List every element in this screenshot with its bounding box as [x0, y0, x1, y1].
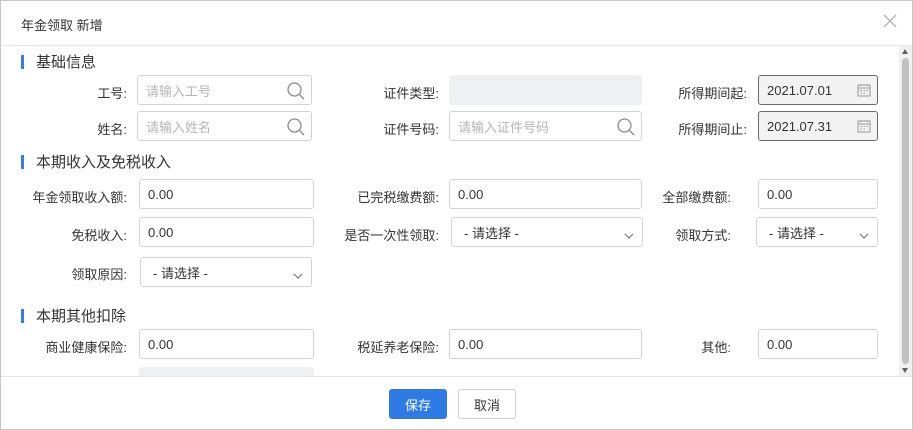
taxed-paid-value: 0.00 — [458, 186, 484, 202]
job-no-label: 工号: — [97, 86, 127, 101]
search-icon[interactable] — [286, 117, 306, 140]
calendar-icon[interactable] — [857, 83, 871, 100]
pension-ins-label: 税延养老保险: — [357, 340, 439, 355]
pension-ins-input[interactable]: 0.00 — [449, 329, 642, 359]
scroll-down-icon[interactable] — [902, 368, 908, 373]
section-bar — [21, 54, 24, 69]
section-title: 本期其他扣除 — [36, 308, 127, 325]
health-ins-label: 商业健康保险: — [45, 340, 127, 355]
taxed-paid-label: 已完税缴费额: — [357, 190, 439, 205]
chevron-down-icon — [293, 268, 303, 283]
save-button[interactable]: 保存 — [389, 389, 447, 419]
id-type-label: 证件类型: — [383, 86, 439, 101]
period-end-input[interactable]: 2021.07.31 — [758, 111, 878, 141]
lump-sum-label: 是否一次性领取: — [344, 228, 439, 243]
section-bar — [21, 308, 24, 323]
scrollbar[interactable] — [899, 46, 912, 376]
dialog-body: 基础信息 工号: 请输入工号 证件类型: 所得期间起: 2021.07.01 姓… — [1, 46, 899, 376]
name-placeholder: 请输入姓名 — [146, 119, 212, 135]
search-icon[interactable] — [616, 117, 636, 140]
reason-select[interactable]: - 请选择 - — [140, 257, 312, 287]
section-basic: 基础信息 — [21, 51, 96, 72]
id-type-field — [449, 75, 642, 105]
search-icon[interactable] — [286, 81, 306, 104]
method-label: 领取方式: — [675, 228, 731, 243]
calendar-icon[interactable] — [857, 119, 871, 136]
pension-ins-value: 0.00 — [458, 336, 484, 352]
scrollbar-thumb[interactable] — [902, 58, 909, 364]
job-no-input[interactable]: 请输入工号 — [137, 75, 312, 105]
section-income: 本期收入及免税收入 — [21, 151, 171, 172]
reason-value: - 请选择 - — [153, 265, 208, 281]
period-end-value: 2021.07.31 — [767, 118, 833, 134]
total-paid-value: 0.00 — [767, 186, 793, 202]
dialog-titlebar: 年金领取 新增 — [1, 1, 912, 46]
dialog-title: 年金领取 新增 — [21, 18, 103, 33]
section-title: 本期收入及免税收入 — [36, 154, 172, 171]
total-paid-label: 全部缴费额: — [662, 190, 731, 205]
other-value: 0.00 — [767, 336, 793, 352]
name-input[interactable]: 请输入姓名 — [137, 111, 312, 141]
annuity-income-value: 0.00 — [148, 186, 174, 202]
health-ins-input[interactable]: 0.00 — [139, 329, 314, 359]
name-label: 姓名: — [97, 122, 127, 137]
other-label: 其他: — [701, 340, 731, 355]
tax-free-value: 0.00 — [148, 224, 174, 240]
section-other: 本期其他扣除 — [21, 305, 126, 326]
method-select[interactable]: - 请选择 - — [756, 217, 878, 247]
close-icon[interactable] — [880, 11, 900, 31]
tax-free-label: 免税收入: — [71, 228, 127, 243]
chevron-down-icon — [859, 228, 869, 243]
period-start-input[interactable]: 2021.07.01 — [758, 75, 878, 105]
dialog: 年金领取 新增 基础信息 工号: 请输入工号 证件类型: 所得期间起: 2021… — [0, 0, 913, 430]
method-value: - 请选择 - — [769, 225, 824, 241]
other-input[interactable]: 0.00 — [758, 329, 878, 359]
period-start-value: 2021.07.01 — [767, 82, 833, 98]
section-bar — [21, 154, 24, 169]
total-paid-input[interactable]: 0.00 — [758, 179, 878, 209]
scroll-up-icon[interactable] — [902, 49, 908, 54]
id-no-placeholder: 请输入证件号码 — [458, 119, 550, 135]
annuity-income-label: 年金领取收入额: — [32, 190, 127, 205]
reason-label: 领取原因: — [71, 267, 127, 282]
cut-off-field — [139, 367, 314, 376]
chevron-down-icon — [624, 228, 634, 243]
health-ins-value: 0.00 — [148, 336, 174, 352]
lump-sum-select[interactable]: - 请选择 - — [451, 217, 643, 247]
tax-free-input[interactable]: 0.00 — [139, 217, 314, 247]
annuity-income-input[interactable]: 0.00 — [139, 179, 314, 209]
cancel-button[interactable]: 取消 — [458, 389, 516, 419]
period-end-label: 所得期间止: — [678, 122, 747, 137]
period-start-label: 所得期间起: — [678, 86, 747, 101]
id-no-input[interactable]: 请输入证件号码 — [449, 111, 642, 141]
section-title: 基础信息 — [36, 54, 97, 71]
id-no-label: 证件号码: — [383, 122, 439, 137]
taxed-paid-input[interactable]: 0.00 — [449, 179, 642, 209]
dialog-footer: 保存 取消 — [1, 376, 912, 429]
job-no-placeholder: 请输入工号 — [146, 83, 212, 99]
lump-sum-value: - 请选择 - — [464, 225, 519, 241]
